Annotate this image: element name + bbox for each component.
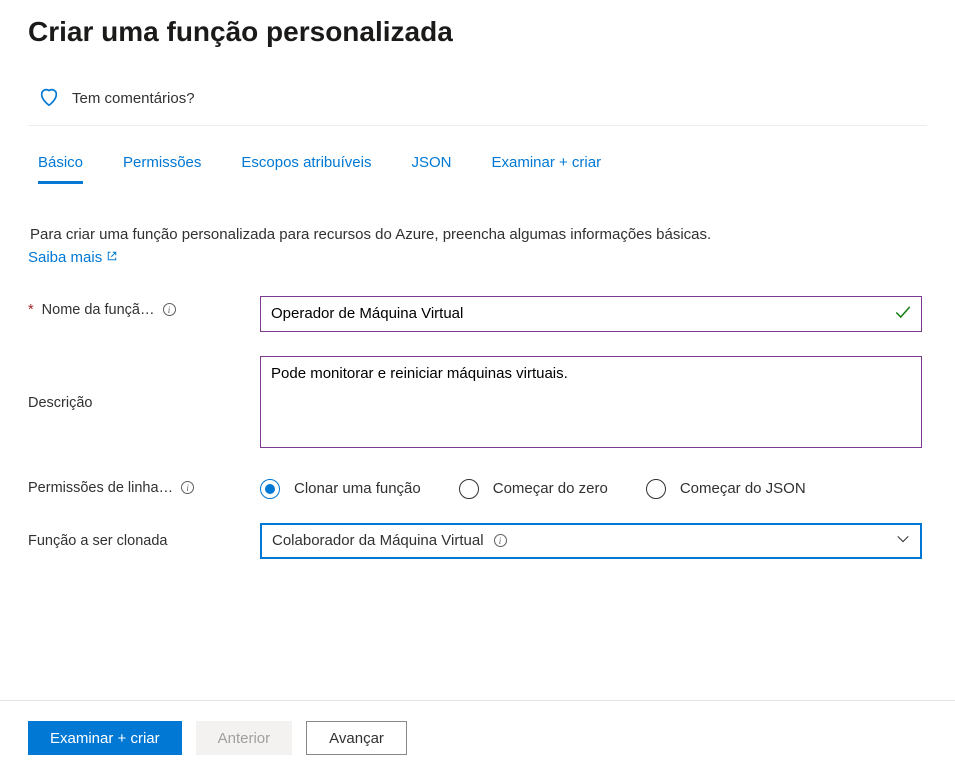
radio-start-json[interactable]: Começar do JSON [646, 479, 806, 499]
footer-bar: Examinar + criar Anterior Avançar [0, 700, 955, 775]
radio-label: Começar do zero [493, 480, 608, 497]
info-icon: i [494, 534, 507, 547]
required-indicator: * [28, 302, 34, 318]
role-name-label: * Nome da funçã… i [28, 296, 260, 318]
learn-more-label: Saiba mais [28, 249, 102, 266]
role-name-input[interactable] [260, 296, 922, 332]
previous-button: Anterior [196, 721, 293, 755]
tab-basic[interactable]: Básico [38, 154, 83, 184]
info-icon[interactable]: i [181, 481, 194, 494]
heart-icon [38, 86, 60, 111]
chevron-down-icon [896, 532, 910, 549]
tab-scopes[interactable]: Escopos atribuíveis [241, 154, 371, 184]
baseline-permissions-label: Permissões de linha… i [28, 478, 260, 496]
radio-start-scratch[interactable]: Começar do zero [459, 479, 608, 499]
feedback-link[interactable]: Tem comentários? [28, 78, 927, 126]
info-icon[interactable]: i [163, 303, 176, 316]
radio-icon [260, 479, 280, 499]
radio-label: Começar do JSON [680, 480, 806, 497]
baseline-radio-group: Clonar uma função Começar do zero Começa… [260, 475, 927, 499]
radio-icon [646, 479, 666, 499]
next-button[interactable]: Avançar [306, 721, 407, 755]
checkmark-icon [894, 303, 912, 324]
tab-permissions[interactable]: Permissões [123, 154, 201, 184]
learn-more-link[interactable]: Saiba mais [28, 249, 118, 266]
radio-clone-role[interactable]: Clonar uma função [260, 479, 421, 499]
description-input[interactable]: Pode monitorar e reiniciar máquinas virt… [260, 356, 922, 448]
radio-icon [459, 479, 479, 499]
tab-json[interactable]: JSON [411, 154, 451, 184]
tab-review[interactable]: Examinar + criar [491, 154, 601, 184]
external-link-icon [106, 249, 118, 266]
intro-text: Para criar uma função personalizada para… [28, 224, 927, 247]
page-title: Criar uma função personalizada [28, 0, 927, 78]
description-label: Descrição [28, 395, 260, 411]
role-to-clone-select[interactable]: Colaborador da Máquina Virtual i [260, 523, 922, 559]
role-to-clone-label: Função a ser clonada [28, 533, 260, 549]
radio-label: Clonar uma função [294, 480, 421, 497]
review-create-button[interactable]: Examinar + criar [28, 721, 182, 755]
select-value: Colaborador da Máquina Virtual [272, 532, 484, 549]
tab-bar: Básico Permissões Escopos atribuíveis JS… [28, 126, 927, 184]
feedback-text: Tem comentários? [72, 90, 195, 107]
